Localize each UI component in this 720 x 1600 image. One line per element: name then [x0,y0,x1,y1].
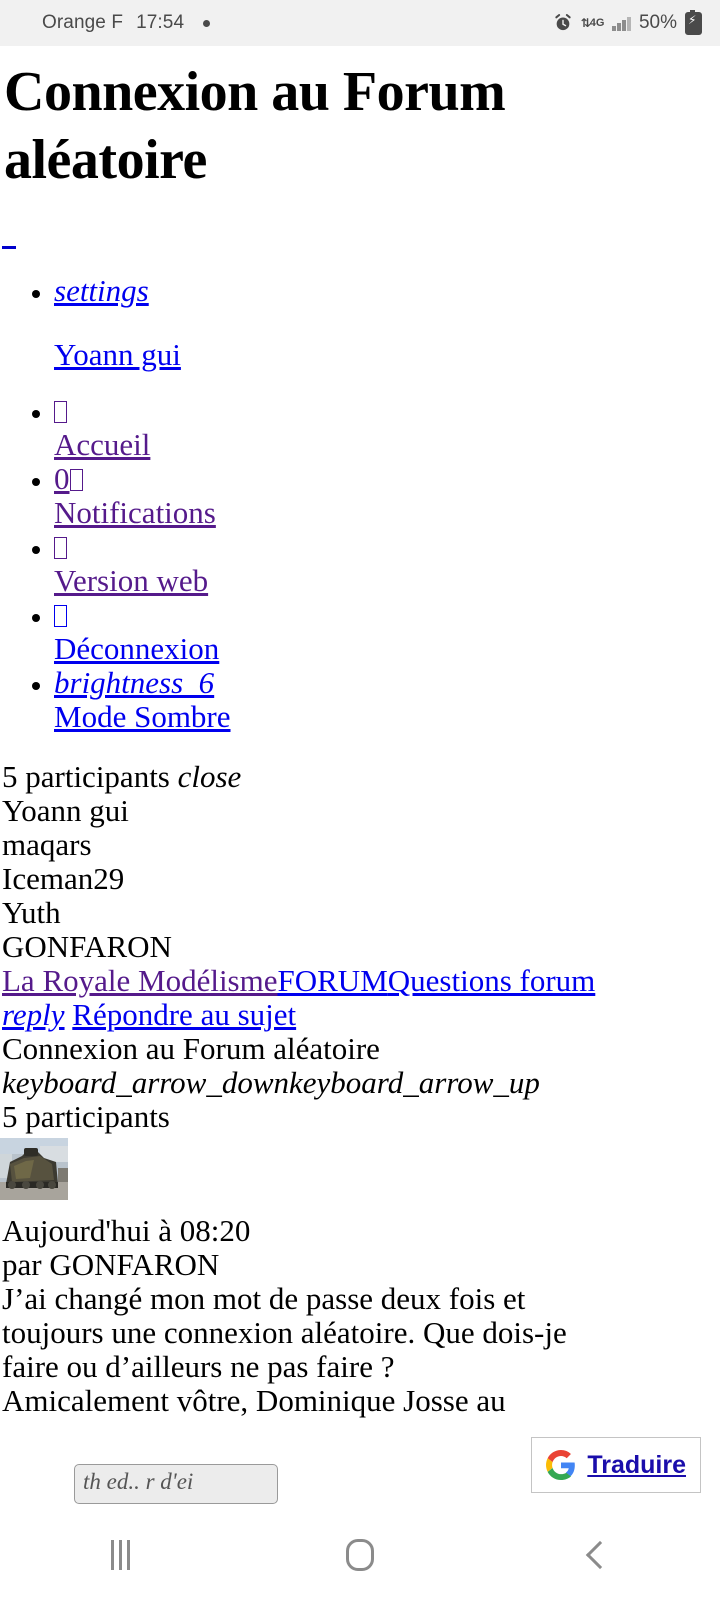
menu-item-mode-sombre-label[interactable]: Mode Sombre [54,699,231,734]
menu-item-mode-sombre[interactable]: brightness_6 Mode Sombre [54,666,720,734]
google-translate-chip[interactable]: Traduire [531,1437,701,1493]
topic-nav-arrows[interactable]: keyboard_arrow_downkeyboard_arrow_up [0,1066,720,1100]
clock-label: 17:54 [136,12,185,33]
post-date: Aujourd'hui à 08:20 [2,1213,251,1248]
breadcrumb-item-forum[interactable]: FORUM [278,963,388,998]
close-icon[interactable]: close [178,759,242,794]
logout-icon[interactable] [54,597,67,632]
post-body: J’ai changé mon mot de passe deux fois e… [0,1282,720,1418]
brightness-icon[interactable]: brightness_6 [54,665,214,700]
notifications-icon[interactable]: 0 [54,461,83,496]
menu-item-accueil[interactable]: Accueil [54,394,720,462]
menu-item-username[interactable]: Yoann gui [54,338,720,372]
participant-list-item: Yuth [2,895,61,930]
status-bar-left: Orange F 17:54 [42,12,211,34]
reply-icon[interactable]: reply [2,997,65,1032]
network-type-icon: ⇅ 4G [581,17,605,29]
network-type-label: 4G [589,16,605,29]
breadcrumb-item-questions-forum[interactable]: Questions forum [388,963,596,998]
topic-title: Connexion au Forum aléatoire [2,1031,380,1066]
google-g-icon [546,1450,576,1480]
topic-participants-label: 5 participants [2,1099,170,1134]
post-body-line: Amicalement vôtre, Dominique Josse au [2,1383,506,1418]
home-button[interactable] [240,1510,480,1600]
signal-bars-icon [612,15,631,31]
reply-bar: reply Répondre au sujet [0,998,720,1032]
participant-list-item: maqars [2,827,92,862]
status-bar-right: ⇅ 4G 50% [553,9,702,35]
android-nav-bar [0,1510,720,1600]
menu-item-notifications-label[interactable]: Notifications [54,495,216,530]
battery-charging-icon [685,9,702,35]
menu-item-version-web[interactable]: Version web [54,530,720,598]
menu-item-deconnexion-label[interactable]: Déconnexion [54,631,219,666]
menu-item-deconnexion[interactable]: Déconnexion [54,598,720,666]
avatar [0,1138,68,1200]
empty-anchor-link[interactable] [2,246,16,249]
keyboard-arrow-down-icon[interactable]: keyboard_arrow_down [2,1065,289,1100]
back-button[interactable] [480,1510,720,1600]
participant-list-item: Yoann gui [2,793,129,828]
mobile-menu-list: settings Yoann gui Accueil 0 Notificatio… [0,274,720,734]
reply-button[interactable]: Répondre au sujet [72,997,296,1032]
home-icon [346,1539,374,1571]
carrier-label: Orange F [42,12,124,33]
desktop-icon[interactable] [54,529,67,564]
keyboard-arrow-up-icon[interactable]: keyboard_arrow_up [289,1065,540,1100]
participants-count-label: 5 participants [2,759,170,794]
clipped-text-field[interactable]: th ed.. r d'ei [74,1464,278,1504]
menu-item-version-web-label[interactable]: Version web [54,563,208,598]
notifications-badge: 0 [54,461,70,496]
status-bar: Orange F 17:54 ⇅ 4G 50% [0,0,720,46]
participants-header: 5 participants close [0,760,720,794]
settings-icon[interactable]: settings [54,273,149,308]
page-title: Connexion au Forum aléatoire [4,61,506,191]
recents-icon [110,1540,130,1570]
participant-list-item: GONFARON [2,929,172,964]
home-icon[interactable] [54,393,67,428]
alarm-icon [553,13,573,33]
translate-button-label[interactable]: Traduire [587,1451,686,1480]
menu-item-accueil-label[interactable]: Accueil [54,427,150,462]
post-body-line: toujours une connexion aléatoire. Que do… [2,1315,567,1350]
breadcrumb: La Royale ModélismeFORUMQuestions forum [0,964,720,998]
notification-dot-icon [203,19,211,27]
page-content: Connexion au Forum aléatoire settings Yo… [0,58,720,1418]
recents-button[interactable] [0,1510,240,1600]
breadcrumb-item-la-royale-modelisme[interactable]: La Royale Modélisme [2,963,278,998]
back-icon [585,1540,615,1570]
participant-list-item: Iceman29 [2,861,125,896]
menu-item-notifications[interactable]: 0 Notifications [54,462,720,530]
post-author: par GONFARON [2,1247,220,1282]
post-body-line: J’ai changé mon mot de passe deux fois e… [2,1281,526,1316]
post-body-line: faire ou d’ailleurs ne pas faire ? [2,1349,395,1384]
menu-item-settings[interactable]: settings Yoann gui [54,274,720,394]
battery-percent-label: 50% [638,12,677,33]
